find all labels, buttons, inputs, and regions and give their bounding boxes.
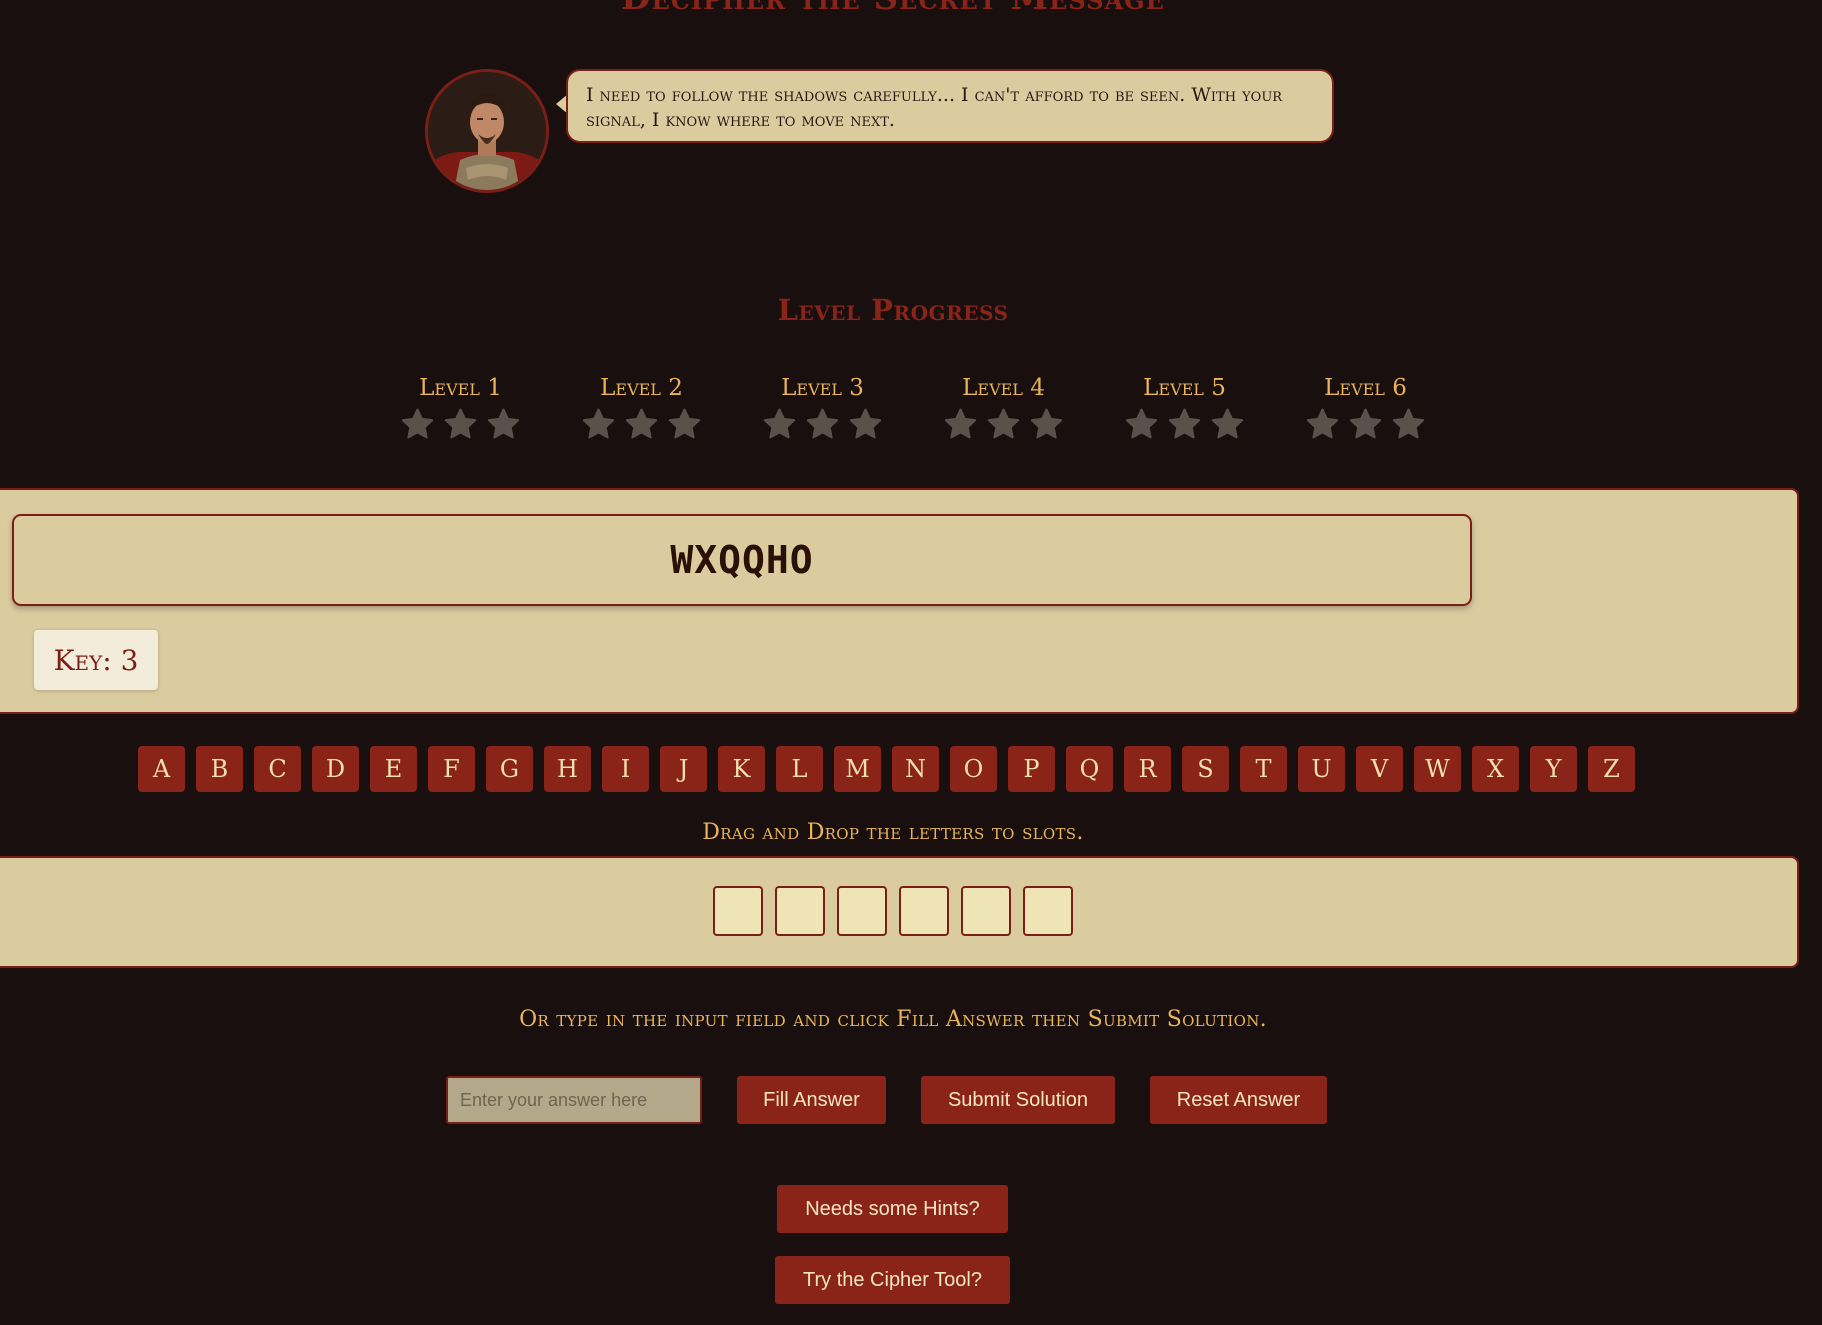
star-icon — [1305, 407, 1340, 445]
level-label: Level 6 — [1324, 375, 1407, 401]
answer-slot[interactable] — [713, 886, 763, 936]
letter-tile-d[interactable]: D — [312, 746, 359, 792]
answer-slots-panel — [0, 856, 1799, 968]
level-stars — [1094, 407, 1275, 445]
cipher-panel: WXQQHO Key: 3 — [0, 488, 1799, 714]
answer-slot[interactable] — [1023, 886, 1073, 936]
letter-tile-v[interactable]: V — [1356, 746, 1403, 792]
level-label: Level 1 — [419, 375, 502, 401]
level-stars — [732, 407, 913, 445]
letter-tile-n[interactable]: N — [892, 746, 939, 792]
cipher-message-box: WXQQHO — [12, 514, 1472, 606]
star-icon — [667, 407, 702, 445]
letter-tile-u[interactable]: U — [1298, 746, 1345, 792]
reset-answer-button[interactable]: Reset Answer — [1150, 1076, 1327, 1124]
star-icon — [1391, 407, 1426, 445]
level-item: Level 1 — [370, 373, 551, 445]
letter-tile-b[interactable]: B — [196, 746, 243, 792]
letter-tile-c[interactable]: C — [254, 746, 301, 792]
level-stars — [913, 407, 1094, 445]
letter-tile-s[interactable]: S — [1182, 746, 1229, 792]
type-instruction: Or type in the input field and click Fil… — [519, 1007, 1267, 1032]
answer-slot[interactable] — [899, 886, 949, 936]
level-item: Level 3 — [732, 373, 913, 445]
answer-slot[interactable] — [961, 886, 1011, 936]
letter-tile-z[interactable]: Z — [1588, 746, 1635, 792]
drag-instruction: Drag and Drop the letters to slots. — [702, 820, 1084, 845]
star-icon — [400, 407, 435, 445]
answer-input[interactable] — [446, 1076, 702, 1124]
star-icon — [486, 407, 521, 445]
letter-tile-o[interactable]: O — [950, 746, 997, 792]
star-icon — [1348, 407, 1383, 445]
answer-slots — [713, 886, 1073, 936]
letter-tile-i[interactable]: I — [602, 746, 649, 792]
level-label: Level 2 — [600, 375, 683, 401]
warrior-portrait-icon — [428, 72, 546, 190]
letter-tile-f[interactable]: F — [428, 746, 475, 792]
star-icon — [1124, 407, 1159, 445]
letter-tile-p[interactable]: P — [1008, 746, 1055, 792]
level-stars — [1275, 407, 1456, 445]
letter-tile-q[interactable]: Q — [1066, 746, 1113, 792]
level-item: Level 4 — [913, 373, 1094, 445]
letter-tile-k[interactable]: K — [718, 746, 765, 792]
letter-tile-l[interactable]: L — [776, 746, 823, 792]
star-icon — [943, 407, 978, 445]
answer-slot[interactable] — [775, 886, 825, 936]
cipher-text: WXQQHO — [670, 538, 814, 582]
fill-answer-button[interactable]: Fill Answer — [737, 1076, 886, 1124]
letter-tiles: ABCDEFGHIJKLMNOPQRSTUVWXYZ — [138, 746, 1635, 792]
level-label: Level 3 — [781, 375, 864, 401]
star-icon — [1167, 407, 1202, 445]
letter-tile-w[interactable]: W — [1414, 746, 1461, 792]
star-icon — [762, 407, 797, 445]
level-item: Level 6 — [1275, 373, 1456, 445]
letter-tile-e[interactable]: E — [370, 746, 417, 792]
level-item: Level 2 — [551, 373, 732, 445]
star-icon — [443, 407, 478, 445]
letter-tile-m[interactable]: M — [834, 746, 881, 792]
level-label: Level 5 — [1143, 375, 1226, 401]
star-icon — [1210, 407, 1245, 445]
star-icon — [848, 407, 883, 445]
level-item: Level 5 — [1094, 373, 1275, 445]
page-title: Decipher the Secret Message — [0, 0, 1786, 18]
star-icon — [805, 407, 840, 445]
key-badge: Key: 3 — [34, 630, 158, 690]
submit-solution-button[interactable]: Submit Solution — [921, 1076, 1115, 1124]
letter-tile-h[interactable]: H — [544, 746, 591, 792]
level-progress-title: Level Progress — [777, 293, 1009, 327]
hints-button[interactable]: Needs some Hints? — [777, 1185, 1008, 1233]
letter-tile-r[interactable]: R — [1124, 746, 1171, 792]
level-progress-list: Level 1 Level 2 Level 3 Level 4 Level 5 Level… — [370, 373, 1456, 445]
star-icon — [624, 407, 659, 445]
level-label: Level 4 — [962, 375, 1045, 401]
answer-slot[interactable] — [837, 886, 887, 936]
letter-tile-y[interactable]: Y — [1530, 746, 1577, 792]
letter-tile-t[interactable]: T — [1240, 746, 1287, 792]
star-icon — [581, 407, 616, 445]
star-icon — [986, 407, 1021, 445]
letter-tile-x[interactable]: X — [1472, 746, 1519, 792]
letter-tile-g[interactable]: G — [486, 746, 533, 792]
speech-bubble: I need to follow the shadows carefully..… — [566, 69, 1334, 143]
letter-tile-a[interactable]: A — [138, 746, 185, 792]
level-stars — [551, 407, 732, 445]
star-icon — [1029, 407, 1064, 445]
letter-tile-j[interactable]: J — [660, 746, 707, 792]
cipher-tool-button[interactable]: Try the Cipher Tool? — [775, 1256, 1010, 1304]
level-stars — [370, 407, 551, 445]
character-avatar — [425, 69, 549, 193]
